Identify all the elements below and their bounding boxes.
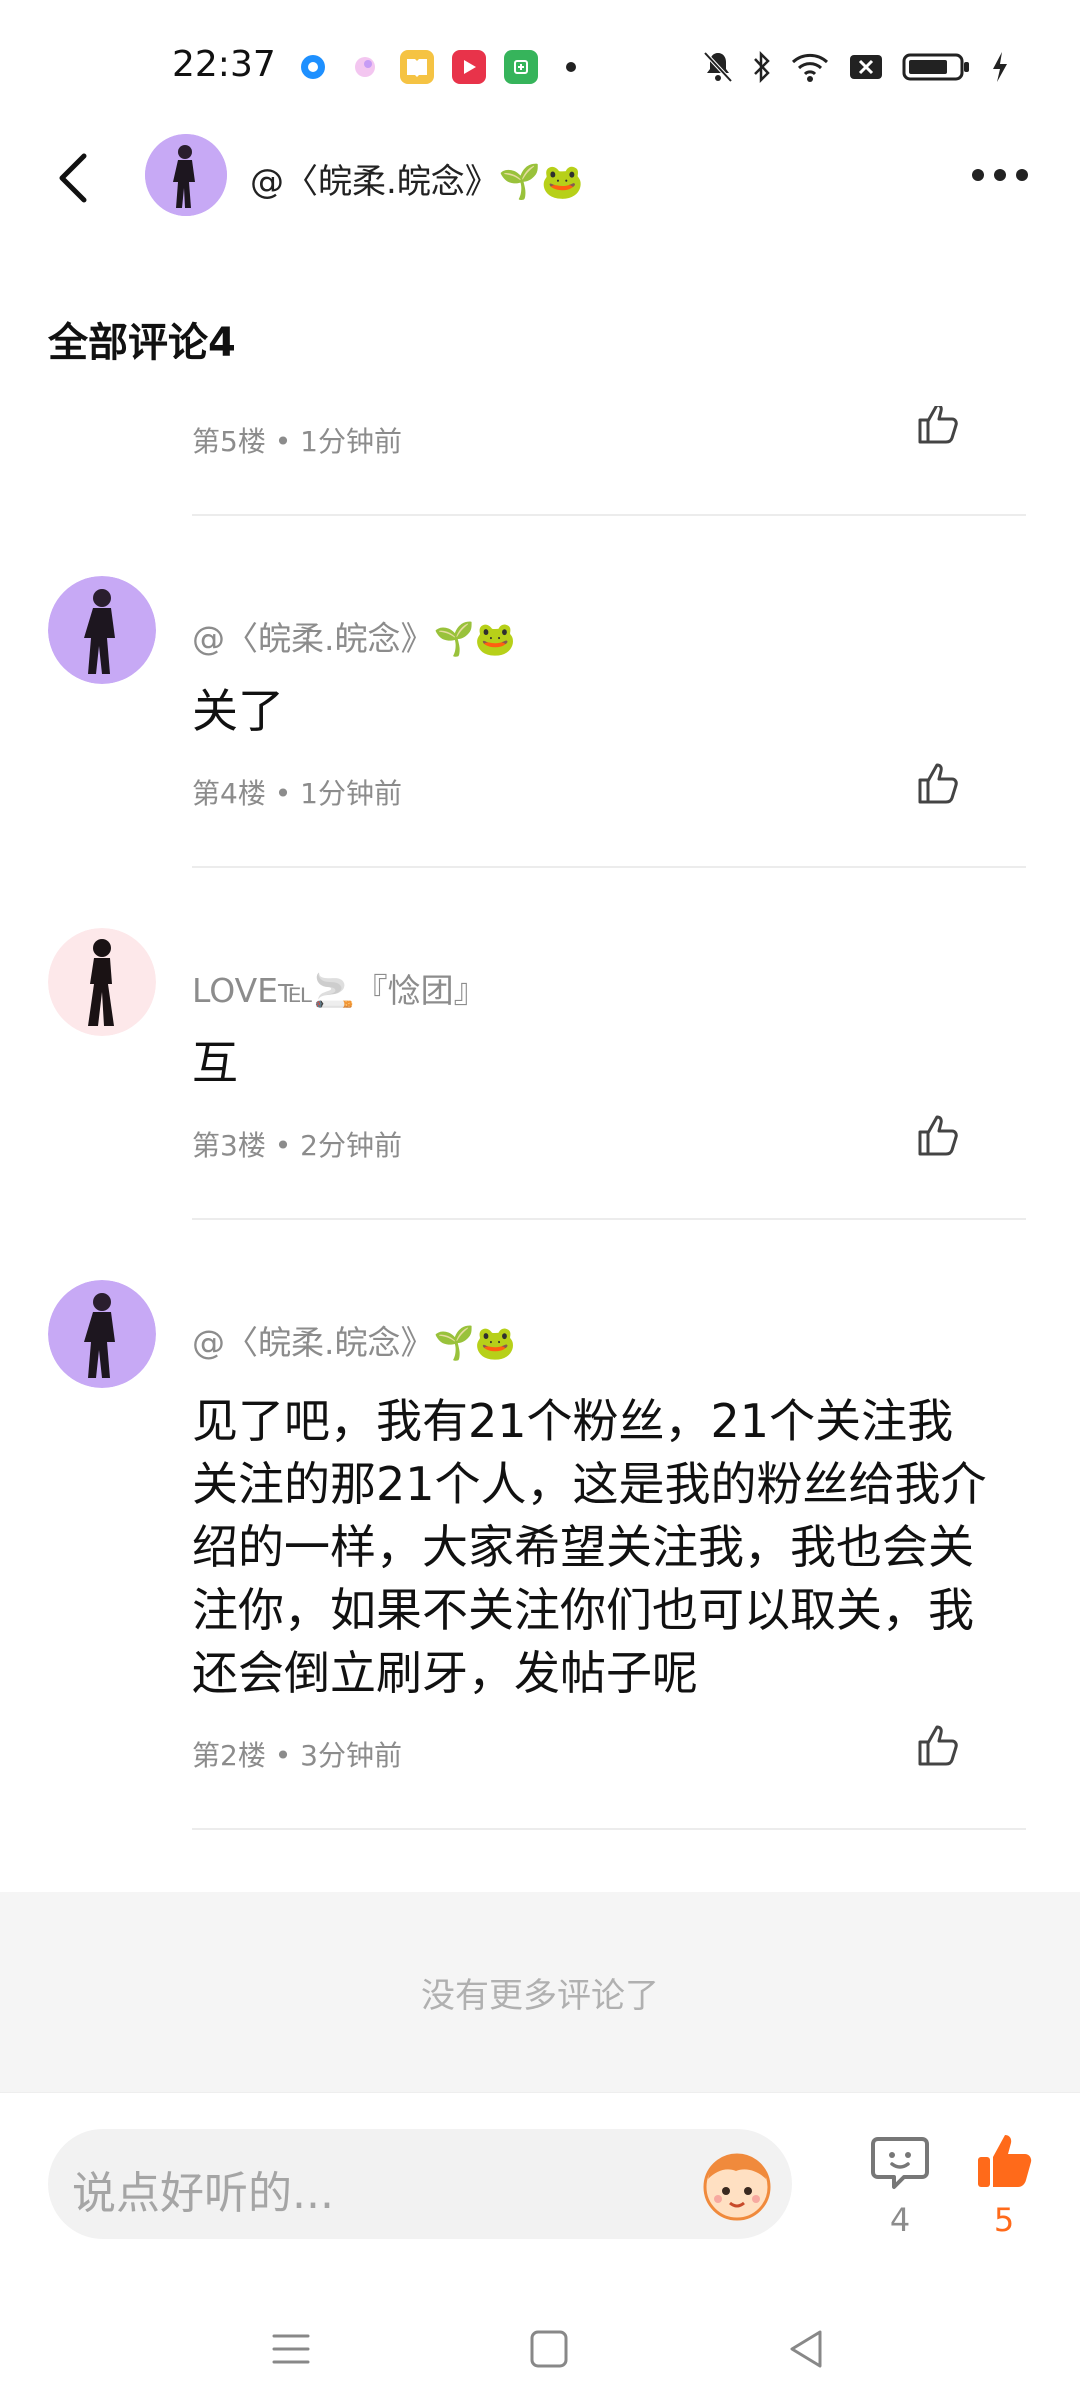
like-button[interactable] (914, 406, 970, 448)
bluetooth-icon (754, 50, 770, 84)
like-icon (918, 1115, 958, 1156)
comment-divider (192, 866, 1026, 868)
status-bar: 22:37 (0, 0, 1080, 130)
meta-separator: • (274, 777, 292, 810)
charging-icon (993, 52, 1007, 82)
home-icon (530, 2330, 568, 2368)
like-button[interactable] (914, 1720, 970, 1776)
commenter-name[interactable]: @〈皖柔.皖念》🌱🐸 (192, 1316, 516, 1364)
comment-meta: 第2楼 • 3分钟前 (192, 1734, 402, 1774)
comment-divider (192, 514, 1026, 516)
post-like-button[interactable] (972, 2129, 1036, 2193)
video-app-icon (452, 50, 486, 84)
book-app-icon (400, 50, 434, 84)
back-arrow-icon (59, 153, 87, 203)
commenter-avatar[interactable] (48, 576, 156, 684)
assistant-app-icon (348, 50, 382, 84)
comment-bottom-bar: 说点好听的... 4 5 (0, 2092, 1080, 2302)
commenter-avatar[interactable] (48, 1280, 156, 1388)
comment-text: 见了吧，我有21个粉丝，21个关注我关注的那21个人，这是我的粉丝给我介绍的一样… (192, 1394, 987, 1700)
battery-icon (902, 53, 969, 81)
comment-divider (192, 1828, 1026, 1830)
mute-icon (703, 51, 733, 83)
status-time: 22:37 (172, 44, 276, 85)
back-nav-button[interactable] (782, 2324, 832, 2374)
like-icon (918, 406, 958, 444)
comment-count-button[interactable] (868, 2131, 932, 2195)
commenter-name[interactable]: @〈皖柔.皖念》🌱🐸 (192, 612, 516, 660)
header-user-name[interactable]: @〈皖柔.皖念》🌱🐸 (250, 154, 583, 203)
status-app-icons (296, 50, 576, 84)
like-icon (918, 1725, 958, 1766)
comment-floor: 第5楼 (192, 425, 266, 458)
meta-separator: • (274, 1739, 292, 1772)
meta-separator: • (274, 1129, 292, 1162)
header-avatar[interactable] (145, 134, 227, 216)
menu-nav-button[interactable] (266, 2324, 316, 2374)
notification-dot-icon (566, 62, 576, 72)
comment-meta: 第5楼 • 1分钟前 (192, 420, 402, 460)
comment-count: 4 (889, 2201, 911, 2239)
comment-input[interactable]: 说点好听的... (48, 2129, 792, 2239)
more-icon (972, 169, 984, 181)
like-button[interactable] (914, 1110, 970, 1166)
more-button[interactable] (960, 150, 1040, 200)
comment-floor: 第4楼 (192, 777, 266, 810)
post-header: @〈皖柔.皖念》🌱🐸 (0, 130, 1080, 220)
status-system-icons (702, 50, 1010, 84)
browser-app-icon (296, 50, 330, 84)
emoji-face-icon[interactable] (692, 2139, 782, 2229)
back-nav-icon (790, 2330, 822, 2368)
commenter-avatar[interactable] (48, 928, 156, 1036)
comment-floor: 第2楼 (192, 1739, 266, 1772)
comment-meta: 第4楼 • 1分钟前 (192, 772, 402, 812)
thumbs-up-filled-icon (978, 2135, 1032, 2187)
meta-separator: • (274, 425, 292, 458)
all-comments-title: 全部评论4 (48, 320, 236, 366)
comment-time: 1分钟前 (300, 777, 402, 810)
like-button[interactable] (914, 758, 970, 814)
comment-text: 互 (192, 1036, 238, 1090)
comment-text: 关了 (192, 684, 284, 738)
comment-divider (192, 1218, 1026, 1220)
like-icon (918, 763, 958, 804)
no-more-comments: 没有更多评论了 (0, 1892, 1080, 2092)
like-count: 5 (993, 2201, 1015, 2239)
commenter-name[interactable]: LOVE℡🚬『惗团』 (192, 964, 487, 1012)
comment-floor: 第3楼 (192, 1129, 266, 1162)
comment-time: 3分钟前 (300, 1739, 402, 1772)
comment-input-placeholder: 说点好听的... (72, 2168, 334, 2219)
comment-time: 1分钟前 (300, 425, 402, 458)
wifi-icon (791, 53, 829, 82)
system-nav-bar (0, 2302, 1080, 2400)
home-nav-button[interactable] (524, 2324, 574, 2374)
shop-app-icon (504, 50, 538, 84)
comment-meta: 第3楼 • 2分钟前 (192, 1124, 402, 1164)
back-button[interactable] (50, 150, 100, 206)
comment-icon (871, 2137, 929, 2189)
no-sim-icon (850, 55, 882, 79)
menu-icon (272, 2334, 310, 2364)
comment-time: 2分钟前 (300, 1129, 402, 1162)
